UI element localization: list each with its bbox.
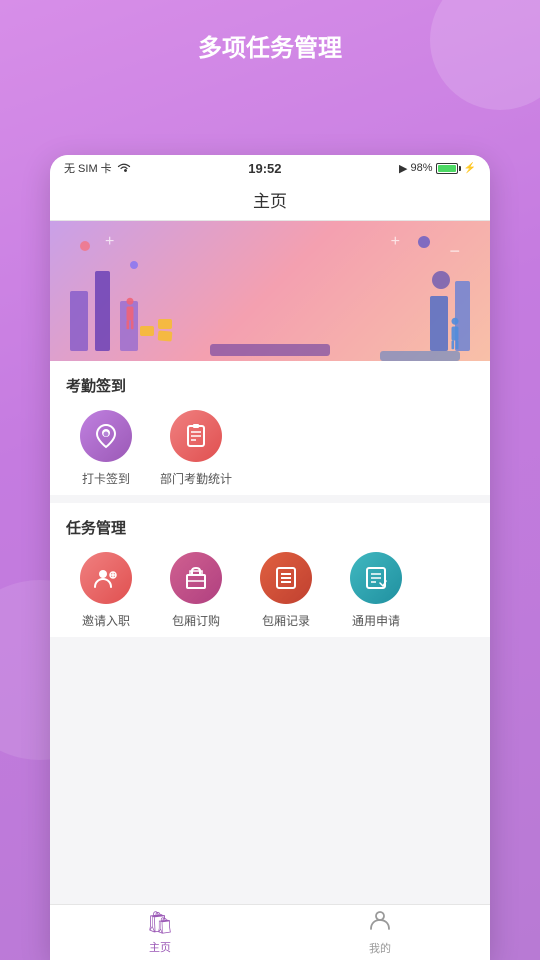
float-dot-2 (130, 261, 138, 269)
package-records-icon-circle (260, 552, 312, 604)
checkin-icon-circle (80, 410, 132, 462)
phone-frame: 无 SIM 卡 19:52 ▶ 98% ⚡ 主页 (50, 155, 490, 960)
building-1 (70, 291, 88, 351)
content-area: 考勤签到 打卡签到 (50, 361, 490, 637)
location-icon: ▶ (399, 162, 407, 175)
package-buy-item[interactable]: 包厢订购 (156, 552, 236, 629)
dept-stats-icon-circle (170, 410, 222, 462)
tab-bar: 🛍 主页 我的 (50, 904, 490, 960)
package-buy-icon-circle (170, 552, 222, 604)
building-2 (95, 271, 110, 351)
platform-secondary (380, 351, 460, 361)
tab-home-icon: 🛍 (146, 910, 174, 936)
tab-home[interactable]: 🛍 主页 (50, 905, 270, 960)
attendance-section: 考勤签到 打卡签到 (50, 361, 490, 495)
invite-label: 邀请入职 (82, 612, 130, 629)
package-records-item[interactable]: 包厢记录 (246, 552, 326, 629)
tab-home-label: 主页 (149, 939, 171, 955)
tab-mine-icon (369, 909, 391, 937)
charging-icon: ⚡ (464, 163, 476, 174)
status-left: 无 SIM 卡 (64, 160, 131, 176)
float-dot-3 (418, 236, 430, 248)
package-records-label: 包厢记录 (262, 612, 310, 629)
status-right: ▶ 98% ⚡ (399, 162, 476, 175)
dept-stats-item[interactable]: 部门考勤统计 (156, 410, 236, 487)
general-apply-label: 通用申请 (352, 612, 400, 629)
battery-icon (436, 163, 461, 174)
bg-decor-circle-top (430, 0, 540, 110)
yellow-box-1 (140, 326, 154, 336)
float-dot-1 (80, 241, 90, 251)
invite-item[interactable]: 邀请入职 (66, 552, 146, 629)
status-bar: 无 SIM 卡 19:52 ▶ 98% ⚡ (50, 155, 490, 181)
tab-mine-label: 我的 (369, 940, 391, 956)
nav-bar: 主页 (50, 181, 490, 221)
dept-stats-label: 部门考勤统计 (160, 470, 232, 487)
general-apply-item[interactable]: 通用申请 (336, 552, 416, 629)
attendance-grid: 打卡签到 部门考勤统计 (66, 410, 474, 487)
invite-icon-circle (80, 552, 132, 604)
checkin-item[interactable]: 打卡签到 (66, 410, 146, 487)
platform-main (210, 344, 330, 356)
hero-banner: + + − (50, 221, 490, 361)
float-dot-4 (432, 271, 450, 289)
yellow-box-3 (158, 330, 173, 341)
plus-icon-1: + (105, 233, 114, 251)
carrier-text: 无 SIM 卡 (64, 160, 112, 176)
app-title: 多项任务管理 (198, 35, 342, 62)
tab-mine[interactable]: 我的 (270, 905, 490, 960)
hero-decor: + + − (50, 221, 490, 361)
section-divider (50, 495, 490, 503)
task-section: 任务管理 邀请入职 (50, 503, 490, 637)
figure-2 (445, 316, 465, 351)
battery-percent: 98% (411, 162, 433, 174)
checkin-label: 打卡签到 (82, 470, 130, 487)
minus-icon: − (449, 241, 460, 262)
attendance-title: 考勤签到 (66, 375, 474, 396)
task-title: 任务管理 (66, 517, 474, 538)
status-time: 19:52 (248, 161, 281, 176)
yellow-box-2 (158, 319, 172, 329)
general-apply-icon-circle (350, 552, 402, 604)
figure-1 (120, 296, 140, 331)
package-buy-label: 包厢订购 (172, 612, 220, 629)
plus-icon-2: + (391, 233, 400, 251)
wifi-icon (117, 161, 131, 176)
nav-title: 主页 (253, 192, 287, 211)
task-grid: 邀请入职 包厢订购 (66, 552, 474, 629)
